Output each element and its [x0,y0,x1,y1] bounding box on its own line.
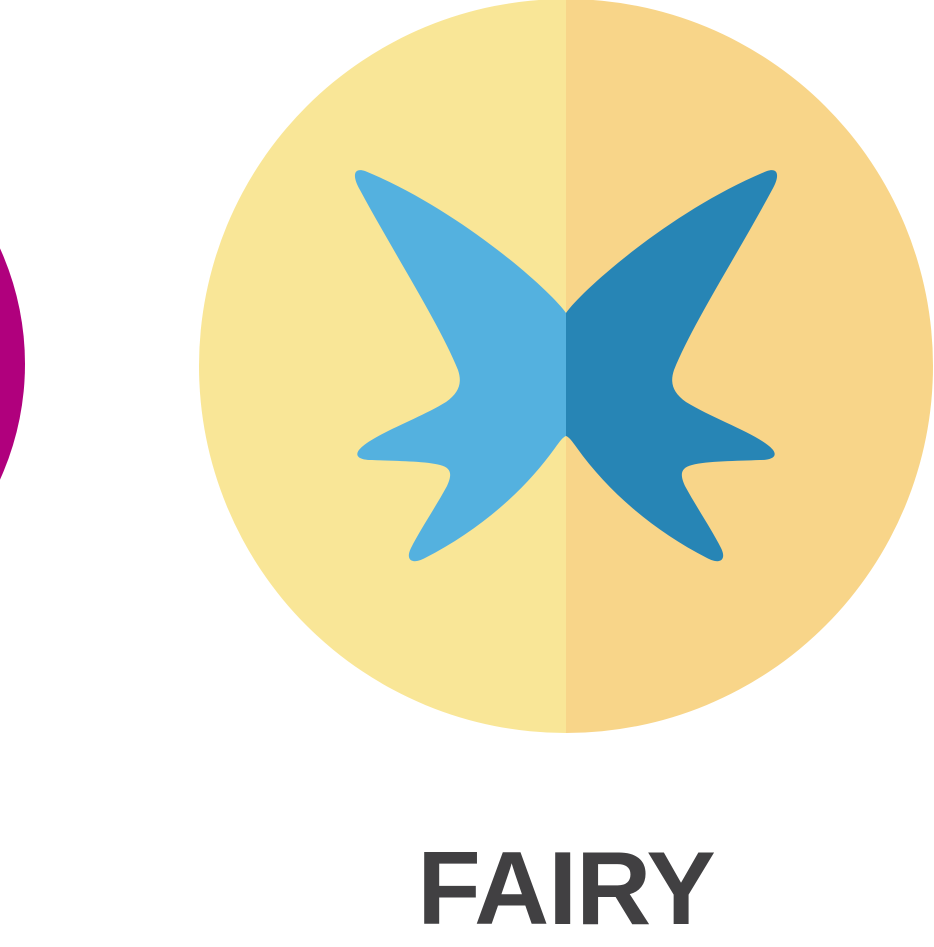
fairy-type-badge [199,0,933,733]
type-label: FAIRY [417,831,715,947]
adjacent-badge-circle [0,248,25,480]
type-badges-canvas [0,0,933,733]
adjacent-type-badge [0,248,25,480]
